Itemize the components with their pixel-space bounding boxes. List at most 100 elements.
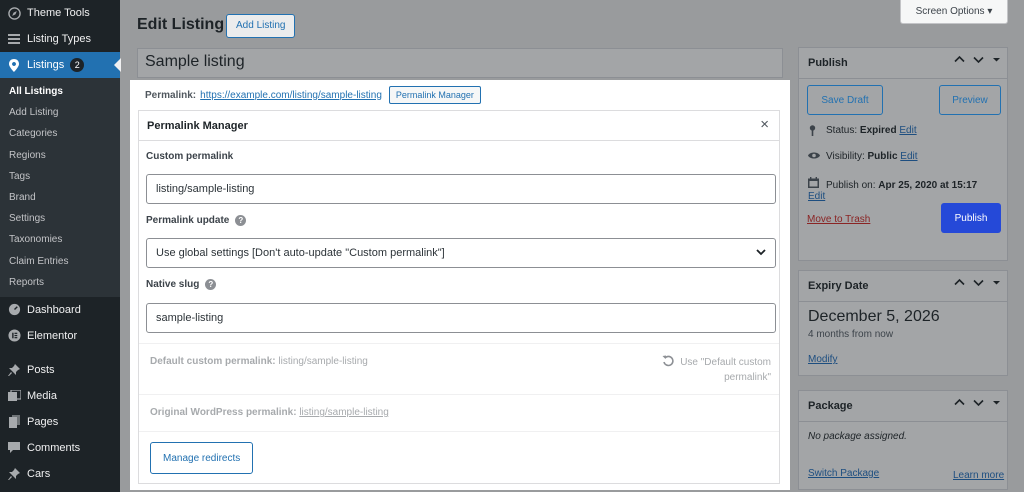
submenu-regions[interactable]: Regions [0,145,120,166]
box-title: Expiry Date [808,280,869,292]
location-pin-icon [7,58,21,72]
permalink-manager-dialog: Permalink Manager × Custom permalink lis… [138,110,780,484]
chevron-down-icon[interactable] [973,277,984,291]
publish-on-label: Publish on: [826,180,876,191]
dialog-title: Permalink Manager [147,120,248,132]
box-controls [954,277,1001,291]
switch-package-link[interactable]: Switch Package [808,468,879,479]
submenu-taxonomies[interactable]: Taxonomies [0,229,120,250]
menu-elementor[interactable]: Elementor [0,323,120,349]
calendar-icon [808,177,820,191]
original-permalink-row: Original WordPress permalink: listing/sa… [150,407,389,418]
dashboard-icon [7,303,21,317]
permalink-update-label: Permalink update ? [146,215,247,226]
expiry-date-value: December 5, 2026 [808,308,940,325]
help-icon[interactable]: ? [235,215,247,226]
use-default-permalink-link[interactable]: Use "Default custom permalink" [651,355,771,385]
add-listing-button[interactable]: Add Listing [226,14,296,38]
pin-icon [7,363,21,377]
key-icon [808,125,820,139]
edit-status-link[interactable]: Edit [899,125,916,136]
original-value[interactable]: listing/sample-listing [299,407,388,418]
select-value: Use global settings [Don't auto-update "… [156,247,445,259]
menu-label: Listings [27,59,65,71]
submenu-categories[interactable]: Categories [0,123,120,144]
close-icon[interactable]: × [760,116,769,133]
chevron-up-icon[interactable] [954,54,965,68]
box-controls [954,397,1001,411]
menu-label: Listing Types [27,33,92,45]
preview-button[interactable]: Preview [939,85,1001,115]
publish-box: Publish Save Draft Preview Status: Expir… [798,47,1008,261]
menu-label: Elementor [27,329,78,342]
divider [139,431,779,432]
status-line: Status: Expired Edit [808,125,917,139]
menu-media[interactable]: Media [0,383,120,409]
permalink-link[interactable]: https://example.com/listing/sample-listi… [200,90,382,101]
custom-permalink-input[interactable]: listing/sample-listing [146,174,776,204]
permalink-label: Permalink: [145,89,197,101]
chevron-down-icon[interactable] [973,54,984,68]
move-to-trash-link[interactable]: Move to Trash [807,214,870,225]
edit-visibility-link[interactable]: Edit [900,151,917,162]
menu-cars[interactable]: Cars [0,461,120,487]
caret-down-icon[interactable] [992,277,1001,291]
publish-on-value: Apr 25, 2020 at 15:17 [878,180,978,191]
menu-listings[interactable]: Listings 2 [0,52,121,78]
menu-pages[interactable]: Pages [0,409,120,435]
expiry-date-box: Expiry Date December 5, 2026 4 months fr… [798,270,1008,376]
native-slug-input[interactable]: sample-listing [146,303,776,333]
menu-comments[interactable]: Comments [0,435,120,461]
permalink-update-select[interactable]: Use global settings [Don't auto-update "… [146,238,776,268]
menu-label: Pages [27,415,59,428]
menu-label: Media [27,389,57,402]
submenu-all-listings[interactable]: All Listings [0,81,120,102]
visibility-line: Visibility: Public Edit [808,151,918,163]
submenu-settings[interactable]: Settings [0,208,120,229]
no-package-text: No package assigned. [808,431,907,442]
caret-down-icon[interactable] [992,54,1001,68]
submenu-claim-entries[interactable]: Claim Entries [0,251,120,272]
custom-permalink-label: Custom permalink [146,151,233,162]
admin-sidebar: Theme Tools Listing Types Listings 2 All… [0,0,121,492]
post-title-input[interactable]: Sample listing [137,48,783,78]
chevron-down-icon[interactable] [973,397,984,411]
status-value: Expired [859,125,897,136]
modify-link[interactable]: Modify [808,354,837,365]
default-value: listing/sample-listing [278,356,368,367]
chevron-up-icon[interactable] [954,277,965,291]
expiry-relative-text: 4 months from now [808,329,894,340]
help-icon[interactable]: ? [205,279,217,290]
submenu-add-listing[interactable]: Add Listing [0,102,120,123]
permalink-manager-button[interactable]: Permalink Manager [388,86,481,104]
menu-label: Dashboard [27,303,81,316]
elementor-icon [7,329,21,343]
edit-date-link[interactable]: Edit [808,191,825,202]
manage-redirects-button[interactable]: Manage redirects [150,442,254,474]
submenu-reports[interactable]: Reports [0,272,120,293]
menu-theme-tools[interactable]: Theme Tools [0,0,120,26]
native-slug-label: Native slug ? [146,279,217,290]
pages-icon [7,415,21,429]
publish-button[interactable]: Publish [941,203,1001,233]
count-badge: 2 [70,58,85,72]
box-header: Publish [799,48,1007,79]
learn-more-link[interactable]: Learn more [953,470,1004,481]
pin-icon [7,467,21,481]
dialog-header: Permalink Manager × [139,111,779,141]
chevron-up-icon[interactable] [954,397,965,411]
screen-options-button[interactable]: Screen Options ▾ [900,0,1008,24]
box-title: Publish [808,57,848,69]
menu-label: Comments [27,441,81,454]
menu-listing-types[interactable]: Listing Types [0,26,120,52]
submenu-brand[interactable]: Brand [0,187,120,208]
comment-icon [7,441,21,455]
submenu-tags[interactable]: Tags [0,166,120,187]
publish-on-line: Publish on: Apr 25, 2020 at 15:17 Edit [808,177,1003,202]
save-draft-button[interactable]: Save Draft [807,85,883,115]
divider [139,343,779,344]
menu-dashboard[interactable]: Dashboard [0,297,120,323]
permalink-row: Permalink: https://example.com/listing/s… [145,85,481,105]
caret-down-icon[interactable] [992,397,1001,411]
menu-posts[interactable]: Posts [0,357,120,383]
